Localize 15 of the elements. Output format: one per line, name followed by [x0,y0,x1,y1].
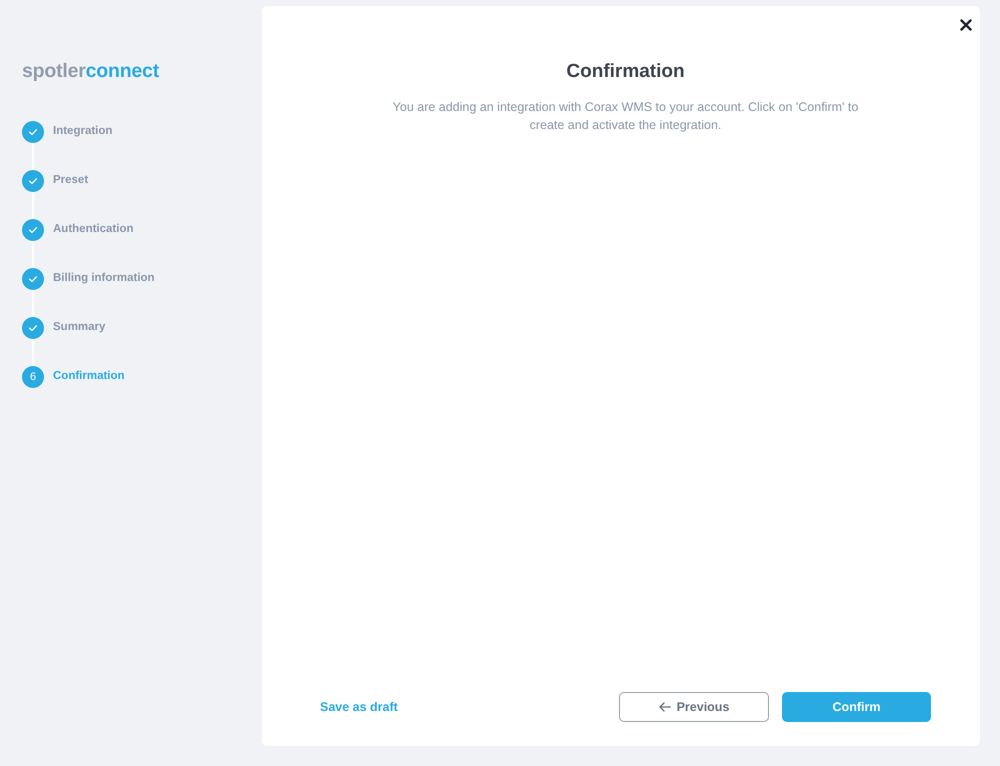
dialog-title: Confirmation [566,60,685,84]
dialog-description: You are adding an integration with Corax WMS to your account. Click on 'Confirm' to create and activate the integration. [392,99,860,134]
step-label: Preset [53,173,88,188]
save-draft-link[interactable]: Save as draft [320,698,398,716]
step-label: Confirmation [53,369,125,384]
step-label: Integration [53,124,112,140]
step-label: Summary [53,320,106,336]
previous-button[interactable]: Previous [619,692,769,722]
step-label: Billing information [53,271,155,286]
step-label: Authentication [53,222,134,238]
step-number: 6 [22,366,44,388]
logo: spotlerconnect [22,59,159,83]
close-icon[interactable] [960,19,972,31]
arrow-left-icon [658,702,671,712]
confirm-button[interactable]: Confirm [782,692,931,722]
